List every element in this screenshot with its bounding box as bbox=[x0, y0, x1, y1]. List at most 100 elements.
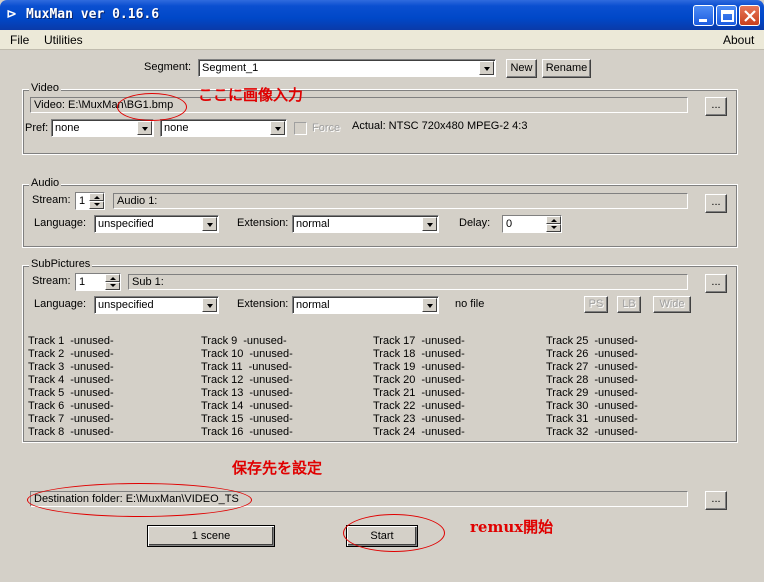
track-entry: Track 27 -unused- bbox=[546, 361, 638, 373]
segment-label: Segment: bbox=[144, 61, 192, 73]
sub-language-select[interactable]: unspecified bbox=[94, 296, 219, 314]
audio-stream-label: Stream: bbox=[32, 194, 71, 206]
track-entry: Track 8 -unused- bbox=[28, 426, 114, 438]
track-entry: Track 15 -unused- bbox=[201, 413, 293, 425]
audio-delay-spinner[interactable]: 0 bbox=[502, 215, 562, 233]
track-status: -unused- bbox=[249, 413, 293, 425]
track-status: -unused- bbox=[421, 426, 465, 438]
chevron-down-icon[interactable] bbox=[202, 217, 217, 231]
track-name: Track 17 bbox=[373, 335, 416, 347]
pref-select-1[interactable]: none bbox=[51, 119, 154, 137]
spin-up-icon[interactable] bbox=[546, 216, 561, 224]
chevron-down-icon[interactable] bbox=[202, 298, 217, 312]
maximize-icon bbox=[721, 10, 734, 22]
pref-value-1: none bbox=[55, 122, 80, 134]
chevron-down-icon[interactable] bbox=[422, 298, 437, 312]
pref-select-2[interactable]: none bbox=[160, 119, 287, 137]
chevron-down-icon[interactable] bbox=[270, 121, 285, 135]
minimize-button[interactable] bbox=[693, 5, 714, 26]
track-name: Track 30 bbox=[546, 400, 589, 412]
track-status: -unused- bbox=[594, 348, 638, 360]
track-status: -unused- bbox=[421, 387, 465, 399]
force-label: Force bbox=[312, 122, 341, 134]
track-name: Track 29 bbox=[546, 387, 589, 399]
sub-stream-spinner[interactable]: 1 bbox=[75, 273, 121, 291]
segment-select[interactable]: Segment_1 bbox=[198, 59, 496, 77]
track-entry: Track 7 -unused- bbox=[28, 413, 114, 425]
track-name: Track 3 bbox=[28, 361, 65, 373]
sub-browse-button[interactable]: ... bbox=[705, 274, 727, 293]
track-status: -unused- bbox=[594, 361, 638, 373]
chevron-down-icon[interactable] bbox=[479, 61, 494, 75]
scene-button[interactable]: 1 scene bbox=[147, 525, 275, 547]
track-status: -unused- bbox=[70, 335, 114, 347]
audio-language-select[interactable]: unspecified bbox=[94, 215, 219, 233]
spin-down-icon[interactable] bbox=[105, 282, 120, 290]
spin-up-icon[interactable] bbox=[89, 193, 104, 201]
track-entry: Track 12 -unused- bbox=[201, 374, 293, 386]
track-name: Track 7 bbox=[28, 413, 65, 425]
track-entry: Track 14 -unused- bbox=[201, 400, 293, 412]
track-name: Track 22 bbox=[373, 400, 416, 412]
track-entry: Track 3 -unused- bbox=[28, 361, 114, 373]
ps-button[interactable]: PS bbox=[584, 296, 608, 313]
audio-stream-spinner[interactable]: 1 bbox=[75, 192, 105, 210]
minimize-icon bbox=[699, 19, 707, 22]
sub-language-label: Language: bbox=[34, 298, 86, 310]
track-name: Track 10 bbox=[201, 348, 244, 360]
track-status: -unused- bbox=[248, 361, 292, 373]
segment-value: Segment_1 bbox=[202, 62, 259, 74]
segment-rename-button[interactable]: Rename bbox=[542, 59, 591, 78]
chevron-down-icon[interactable] bbox=[137, 121, 152, 135]
track-status: -unused- bbox=[421, 348, 465, 360]
pref-label: Pref: bbox=[25, 122, 49, 134]
track-entry: Track 4 -unused- bbox=[28, 374, 114, 386]
audio-extension-select[interactable]: normal bbox=[292, 215, 439, 233]
track-status: -unused- bbox=[70, 387, 114, 399]
track-entry: Track 23 -unused- bbox=[373, 413, 465, 425]
track-name: Track 8 bbox=[28, 426, 65, 438]
maximize-button[interactable] bbox=[716, 5, 737, 26]
track-name: Track 9 bbox=[201, 335, 238, 347]
track-entry: Track 10 -unused- bbox=[201, 348, 293, 360]
main-panel: Segment: Segment_1 New Rename Video Vide… bbox=[0, 51, 764, 582]
track-name: Track 13 bbox=[201, 387, 244, 399]
track-status: -unused- bbox=[594, 387, 638, 399]
track-entry: Track 19 -unused- bbox=[373, 361, 465, 373]
annotation-ellipse-start bbox=[343, 514, 445, 552]
track-name: Track 6 bbox=[28, 400, 65, 412]
close-icon bbox=[744, 10, 756, 22]
audio-browse-button[interactable]: ... bbox=[705, 194, 727, 213]
window-title: MuxMan ver 0.16.6 bbox=[26, 7, 160, 22]
menu-file[interactable]: File bbox=[10, 33, 29, 47]
chevron-down-icon[interactable] bbox=[422, 217, 437, 231]
track-entry: Track 28 -unused- bbox=[546, 374, 638, 386]
close-button[interactable] bbox=[739, 5, 760, 26]
menu-utilities[interactable]: Utilities bbox=[44, 33, 83, 47]
spin-down-icon[interactable] bbox=[546, 224, 561, 232]
track-name: Track 14 bbox=[201, 400, 244, 412]
force-checkbox[interactable] bbox=[294, 122, 307, 135]
lb-button[interactable]: LB bbox=[617, 296, 641, 313]
video-browse-button[interactable]: ... bbox=[705, 97, 727, 116]
pref-value-2: none bbox=[164, 122, 189, 134]
menu-about[interactable]: About bbox=[723, 33, 754, 47]
sub-extension-select[interactable]: normal bbox=[292, 296, 439, 314]
spin-up-icon[interactable] bbox=[105, 274, 120, 282]
sub-extension-value: normal bbox=[296, 299, 330, 311]
track-status: -unused- bbox=[243, 335, 287, 347]
audio-language-label: Language: bbox=[34, 217, 86, 229]
title-bar[interactable]: ⊳ MuxMan ver 0.16.6 bbox=[0, 0, 764, 30]
spin-down-icon[interactable] bbox=[89, 201, 104, 209]
track-status: -unused- bbox=[594, 413, 638, 425]
segment-new-button[interactable]: New bbox=[506, 59, 537, 78]
track-status: -unused- bbox=[70, 361, 114, 373]
track-status: -unused- bbox=[70, 374, 114, 386]
track-name: Track 32 bbox=[546, 426, 589, 438]
wide-button[interactable]: Wide bbox=[653, 296, 691, 313]
track-entry: Track 1 -unused- bbox=[28, 335, 114, 347]
audio-group-title: Audio bbox=[29, 177, 62, 189]
destination-browse-button[interactable]: ... bbox=[705, 491, 727, 510]
track-name: Track 19 bbox=[373, 361, 416, 373]
track-name: Track 24 bbox=[373, 426, 416, 438]
